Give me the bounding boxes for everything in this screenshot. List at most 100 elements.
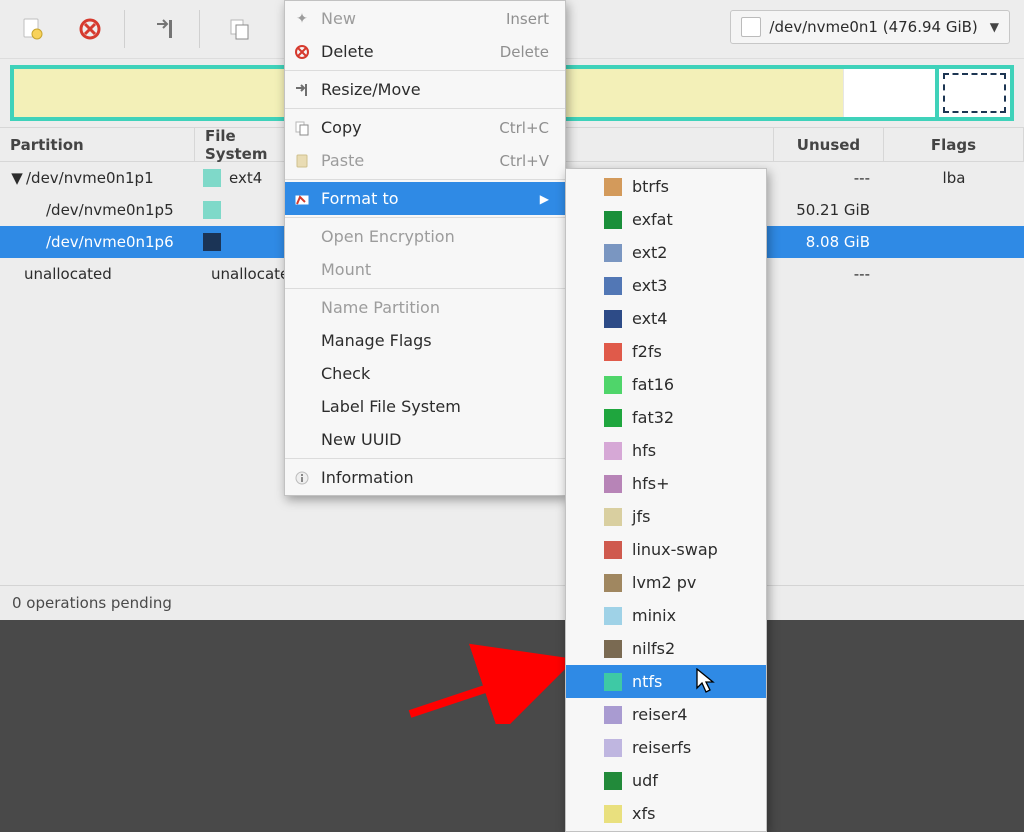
fs-label: ext4 [229, 169, 262, 187]
menu-item-information[interactable]: Information [285, 461, 565, 494]
fs-color-swatch [604, 739, 622, 757]
toolbar-new-button[interactable] [6, 3, 58, 55]
submenu-arrow-icon: ▶ [540, 192, 549, 206]
resize-icon [152, 16, 178, 42]
fs-color-swatch [604, 244, 622, 262]
status-text: 0 operations pending [12, 594, 172, 612]
menu-item-name-partition: Name Partition [285, 291, 565, 324]
menu-item-mount: Mount [285, 253, 565, 286]
menu-item-check[interactable]: Check [285, 357, 565, 390]
fs-color-swatch [604, 706, 622, 724]
column-header-flags[interactable]: Flags [884, 128, 1024, 162]
toolbar-separator [124, 10, 125, 48]
fs-swatch [203, 169, 221, 187]
tree-collapse-icon[interactable]: ▼ [10, 169, 24, 187]
delete-icon [293, 43, 311, 61]
annotation-arrow [400, 634, 580, 728]
fs-item-linuxswap[interactable]: linux-swap [566, 533, 766, 566]
drive-icon [741, 17, 761, 37]
fs-color-swatch [604, 409, 622, 427]
fs-color-swatch [604, 310, 622, 328]
menu-separator [285, 70, 565, 71]
status-bar: 0 operations pending [0, 585, 1024, 620]
delete-icon [77, 16, 103, 42]
menu-separator [285, 217, 565, 218]
partition-name: unallocated [24, 265, 112, 283]
fs-item-minix[interactable]: minix [566, 599, 766, 632]
fs-item-udf[interactable]: udf [566, 764, 766, 797]
fs-item-hfs[interactable]: hfs [566, 434, 766, 467]
toolbar-delete-button[interactable] [64, 3, 116, 55]
format-icon [293, 190, 311, 208]
fs-color-swatch [604, 178, 622, 196]
fs-item-ext2[interactable]: ext2 [566, 236, 766, 269]
fs-item-xfs[interactable]: xfs [566, 797, 766, 830]
fs-item-exfat[interactable]: exfat [566, 203, 766, 236]
partition-name: /dev/nvme0n1p6 [46, 233, 174, 251]
menu-item-new: ✦ New Insert [285, 2, 565, 35]
chevron-down-icon: ▼ [990, 20, 999, 34]
menu-item-new-uuid[interactable]: New UUID [285, 423, 565, 456]
unused-value: --- [854, 169, 870, 187]
fs-item-btrfs[interactable]: btrfs [566, 170, 766, 203]
fs-item-reiserfs[interactable]: reiserfs [566, 731, 766, 764]
toolbar-copy-button[interactable] [214, 3, 266, 55]
fs-swatch [203, 233, 221, 251]
resize-icon [293, 81, 311, 99]
menu-item-open-encryption: Open Encryption [285, 220, 565, 253]
fs-item-nilfs2[interactable]: nilfs2 [566, 632, 766, 665]
fs-item-lvm2[interactable]: lvm2 pv [566, 566, 766, 599]
fs-color-swatch [604, 211, 622, 229]
fs-item-jfs[interactable]: jfs [566, 500, 766, 533]
column-header-partition[interactable]: Partition [0, 128, 195, 162]
info-icon [293, 469, 311, 487]
fs-item-hfsplus[interactable]: hfs+ [566, 467, 766, 500]
menu-separator [285, 108, 565, 109]
menu-separator [285, 288, 565, 289]
fs-item-fat32[interactable]: fat32 [566, 401, 766, 434]
partition-name: /dev/nvme0n1p5 [46, 201, 174, 219]
device-selector[interactable]: /dev/nvme0n1 (476.94 GiB) ▼ [730, 10, 1010, 44]
fs-color-swatch [604, 805, 622, 823]
disk-map-segment-selected[interactable] [935, 69, 1010, 117]
menu-item-copy[interactable]: Copy Ctrl+C [285, 111, 565, 144]
format-submenu: btrfs exfat ext2 ext3 ext4 f2fs fat16 fa… [565, 168, 767, 832]
paste-icon [293, 152, 311, 170]
fs-item-f2fs[interactable]: f2fs [566, 335, 766, 368]
menu-separator [285, 179, 565, 180]
menu-item-delete[interactable]: Delete Delete [285, 35, 565, 68]
fs-item-ext3[interactable]: ext3 [566, 269, 766, 302]
toolbar-resize-button[interactable] [139, 3, 191, 55]
menu-item-manage-flags[interactable]: Manage Flags [285, 324, 565, 357]
copy-icon [227, 16, 253, 42]
device-label: /dev/nvme0n1 (476.94 GiB) [769, 18, 977, 36]
menu-item-resize[interactable]: Resize/Move [285, 73, 565, 106]
unused-value: 8.08 GiB [806, 233, 870, 251]
toolbar-separator [199, 10, 200, 48]
fs-item-ext4[interactable]: ext4 [566, 302, 766, 335]
disk-map-segment[interactable] [843, 69, 935, 117]
column-header-filesystem[interactable]: File System [195, 128, 290, 162]
unused-value: --- [854, 265, 870, 283]
new-icon: ✦ [293, 10, 311, 28]
menu-separator [285, 458, 565, 459]
menu-item-format-to[interactable]: Format to ▶ [285, 182, 565, 215]
partition-name: /dev/nvme0n1p1 [26, 169, 154, 187]
fs-color-swatch [604, 376, 622, 394]
fs-color-swatch [604, 508, 622, 526]
column-header-unused[interactable]: Unused [774, 128, 884, 162]
fs-color-swatch [604, 277, 622, 295]
fs-item-ntfs[interactable]: ntfs [566, 665, 766, 698]
fs-color-swatch [604, 541, 622, 559]
fs-color-swatch [604, 640, 622, 658]
fs-color-swatch [604, 607, 622, 625]
fs-item-reiser4[interactable]: reiser4 [566, 698, 766, 731]
fs-swatch [203, 201, 221, 219]
fs-color-swatch [604, 574, 622, 592]
fs-color-swatch [604, 475, 622, 493]
fs-item-fat16[interactable]: fat16 [566, 368, 766, 401]
unused-value: 50.21 GiB [796, 201, 870, 219]
menu-item-label-fs[interactable]: Label File System [285, 390, 565, 423]
fs-color-swatch [604, 772, 622, 790]
flags-value: lba [943, 169, 966, 187]
